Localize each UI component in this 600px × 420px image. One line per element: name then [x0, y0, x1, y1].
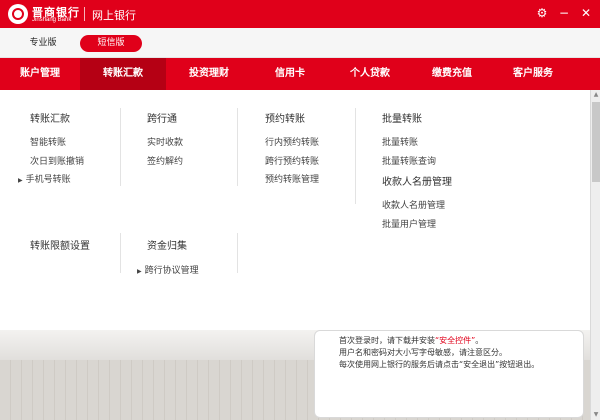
menu-item-mobile-transfer[interactable]: ▶ 手机号转账: [18, 172, 71, 185]
menu-item-crossbank-agreement[interactable]: ▶ 跨行协议管理: [137, 263, 199, 276]
scroll-down-icon[interactable]: ▼: [592, 411, 600, 419]
scroll-thumb[interactable]: [592, 102, 600, 182]
nav-transfer[interactable]: 转账汇款: [80, 58, 166, 90]
mode-tab-pro[interactable]: 专业版: [26, 35, 60, 52]
title-bar: 晋商银行 Jinshang Bank 网上银行 ⚙ − ✕: [0, 0, 600, 28]
notice-line-2: 用户名和密码对大小写字母敏感，请注意区分。: [339, 348, 507, 357]
menu-item-next-day-cancel[interactable]: 次日到账撤销: [30, 154, 84, 167]
menu-head-crossbank[interactable]: 跨行通: [147, 110, 177, 125]
menu-item-intra-scheduled[interactable]: 行内预约转账: [265, 135, 319, 148]
security-control-link[interactable]: “安全控件”: [435, 336, 475, 345]
nav-service[interactable]: 客户服务: [492, 58, 574, 90]
settings-gear-icon[interactable]: ⚙: [534, 5, 550, 21]
menu-item-crossbank-agreement-label: 跨行协议管理: [144, 266, 199, 276]
nav-invest[interactable]: 投资理财: [166, 58, 252, 90]
menu-head-pooling[interactable]: 资金归集: [147, 237, 187, 252]
transfer-menu-panel: 转账汇款 智能转账 次日到账撤销 ▶ 手机号转账 跨行通 实时收款 签约解约 预约…: [0, 90, 590, 330]
menu-item-mobile-transfer-label: 手机号转账: [25, 175, 71, 185]
minimize-button[interactable]: −: [556, 5, 572, 21]
close-button[interactable]: ✕: [578, 5, 594, 21]
nav-loan[interactable]: 个人贷款: [328, 58, 412, 90]
menu-head-payee[interactable]: 收款人名册管理: [382, 173, 452, 188]
arrow-right-icon: ▶: [137, 268, 142, 275]
notice-box: 首次登录时，请下载并安装“安全控件”。 用户名和密码对大小写字母敏感，请注意区分…: [314, 330, 584, 418]
notice-line-1-text: 首次登录时，请下载并安装: [339, 336, 435, 345]
app-title: 网上银行: [92, 9, 136, 22]
column-divider: [120, 233, 121, 273]
menu-item-batch-query[interactable]: 批量转账查询: [382, 154, 436, 167]
nav-credit-card[interactable]: 信用卡: [252, 58, 328, 90]
notice-line-3: 每次使用网上银行的服务后请点击“安全退出”按钮退出。: [339, 360, 540, 369]
title-divider: [84, 7, 85, 21]
column-divider: [237, 233, 238, 273]
menu-item-sign-contract[interactable]: 签约解约: [147, 154, 183, 167]
brand-name-en: Jinshang Bank: [32, 17, 72, 23]
nav-payment[interactable]: 缴费充值: [412, 58, 492, 90]
mode-tab-sms[interactable]: 短信版: [80, 35, 142, 52]
column-divider: [355, 108, 356, 204]
column-divider: [237, 108, 238, 186]
mode-bar: 专业版 短信版: [0, 28, 600, 58]
menu-head-transfer[interactable]: 转账汇款: [30, 110, 70, 125]
main-nav: 账户管理 转账汇款 投资理财 信用卡 个人贷款 缴费充值 客户服务: [0, 58, 600, 90]
scroll-up-icon[interactable]: ▲: [592, 91, 600, 99]
menu-item-inter-scheduled[interactable]: 跨行预约转账: [265, 154, 319, 167]
vertical-scrollbar[interactable]: ▲ ▼: [590, 90, 600, 420]
menu-item-realtime-receive[interactable]: 实时收款: [147, 135, 183, 148]
nav-account[interactable]: 账户管理: [0, 58, 80, 90]
arrow-right-icon: ▶: [18, 177, 23, 184]
menu-item-smart-transfer[interactable]: 智能转账: [30, 135, 66, 148]
menu-item-payee-manage[interactable]: 收款人名册管理: [382, 198, 445, 211]
menu-item-batch-user-manage[interactable]: 批量用户管理: [382, 217, 436, 230]
menu-item-scheduled-manage[interactable]: 预约转账管理: [265, 172, 319, 185]
notice-line-1-end: 。: [475, 336, 484, 345]
column-divider: [120, 108, 121, 186]
menu-item-batch-transfer[interactable]: 批量转账: [382, 135, 418, 148]
menu-head-limit[interactable]: 转账限额设置: [30, 237, 90, 252]
menu-head-scheduled[interactable]: 预约转账: [265, 110, 305, 125]
menu-head-batch[interactable]: 批量转账: [382, 110, 422, 125]
bank-logo-icon: [8, 4, 28, 24]
notice-line-1: 首次登录时，请下载并安装“安全控件”。: [339, 335, 575, 347]
